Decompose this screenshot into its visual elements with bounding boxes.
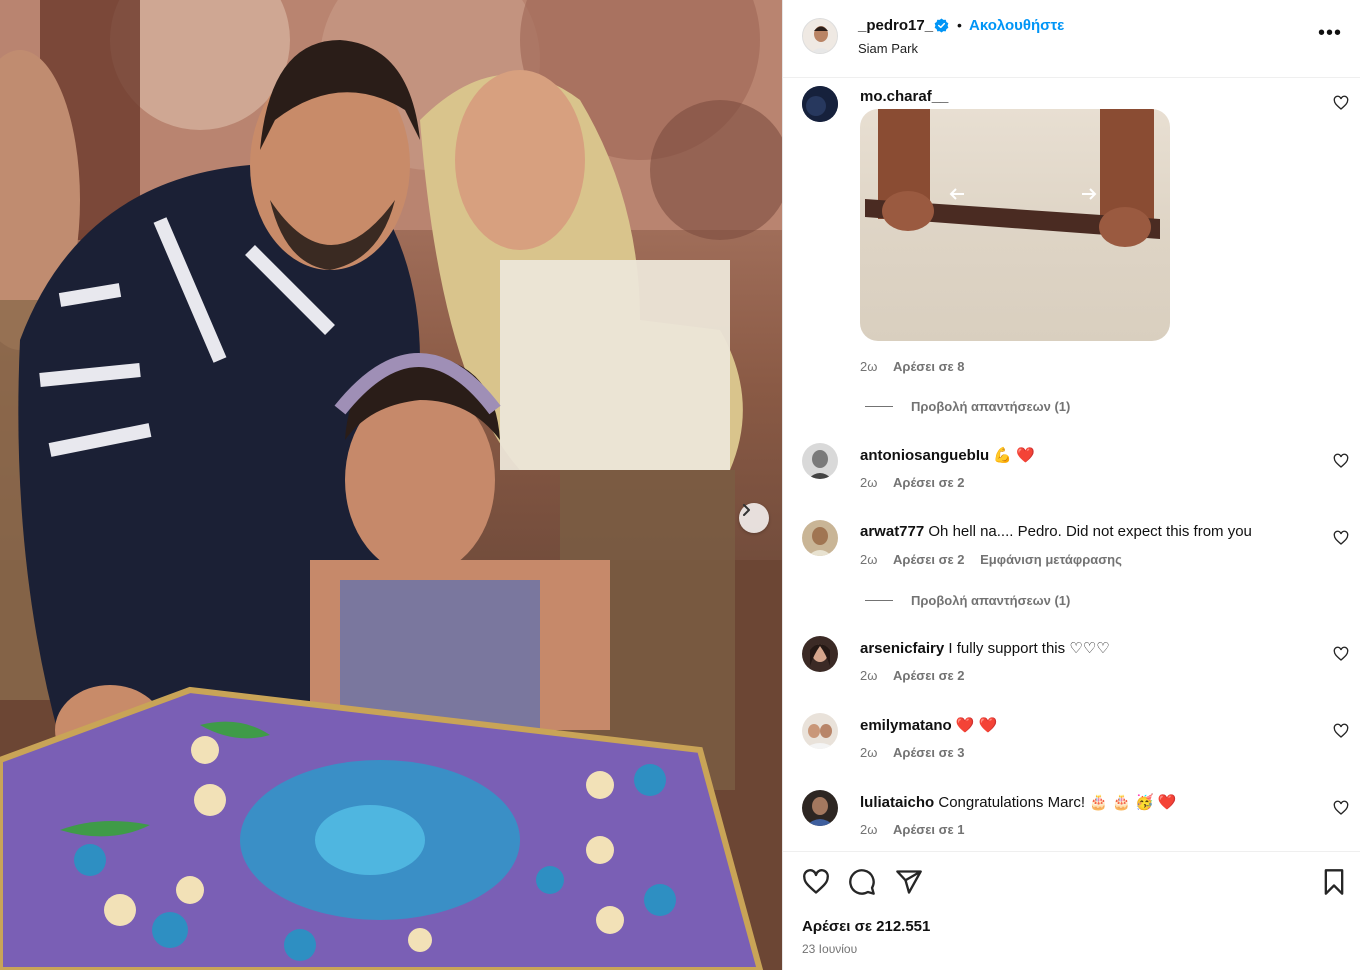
like-heart-icon[interactable] <box>802 868 830 896</box>
comment-gif[interactable] <box>860 109 1170 341</box>
comment-meta: 2ω Αρέσει σε 1 <box>860 822 977 837</box>
commenter-avatar[interactable] <box>802 86 838 122</box>
comment-likes[interactable]: Αρέσει σε 2 <box>893 552 965 567</box>
avatar-image <box>802 636 838 672</box>
post-actions: Αρέσει σε 212.551 23 Ιουνίου <box>783 851 1360 970</box>
post-date[interactable]: 23 Ιουνίου <box>802 942 857 956</box>
heart-icon[interactable] <box>1333 95 1349 111</box>
verified-badge-icon <box>934 18 949 33</box>
arrow-left-icon <box>949 188 964 200</box>
comment-meta: 2ω Αρέσει σε 2 <box>860 668 977 683</box>
comment-time[interactable]: 2ω <box>860 822 877 837</box>
heart-icon[interactable] <box>1333 800 1349 816</box>
comment-likes[interactable]: Αρέσει σε 2 <box>893 475 965 490</box>
share-icon[interactable] <box>895 868 923 896</box>
comment-time[interactable]: 2ω <box>860 359 877 374</box>
comment-time[interactable]: 2ω <box>860 745 877 760</box>
post-location[interactable]: Siam Park <box>858 41 918 56</box>
comment-username[interactable]: arsenicfairy I fully support this ♡♡♡ <box>860 639 1110 657</box>
comment-username[interactable]: antoniosanguebIu 💪 ❤️ <box>860 446 1035 464</box>
comment-meta: 2ω Αρέσει σε 3 <box>860 745 977 760</box>
heart-icon[interactable] <box>1333 530 1349 546</box>
comment-text: Congratulations Marc! 🎂 🎂 🥳 ❤️ <box>934 794 1177 811</box>
comment-meta: 2ω Αρέσει σε 8 <box>860 359 977 374</box>
photo-illustration <box>0 0 782 970</box>
commenter-avatar[interactable] <box>802 520 838 556</box>
view-replies-label: Προβολή απαντήσεων (1) <box>911 593 1071 608</box>
comment-username[interactable]: luliataicho Congratulations Marc! 🎂 🎂 🥳 … <box>860 793 1176 811</box>
avatar-image <box>802 790 838 826</box>
view-replies-button[interactable]: Προβολή απαντήσεων (1) <box>865 593 1070 608</box>
author-username[interactable]: _pedro17_ <box>858 17 933 34</box>
commenter-avatar[interactable] <box>802 790 838 826</box>
post-header: _pedro17_ • Ακολουθήστε Siam Park ••• <box>783 0 1360 78</box>
comment-text: 💪 ❤️ <box>989 447 1035 464</box>
post-photo[interactable] <box>0 0 782 970</box>
comment-meta: 2ω Αρέσει σε 2 <box>860 475 977 490</box>
replies-divider <box>865 600 893 601</box>
avatar-image <box>802 713 838 749</box>
comment-likes[interactable]: Αρέσει σε 2 <box>893 668 965 683</box>
comment-username[interactable]: arwat777 Oh hell na.... Pedro. Did not e… <box>860 523 1252 540</box>
comment-time[interactable]: 2ω <box>860 668 877 683</box>
gif-illustration <box>865 109 1160 247</box>
comment-icon[interactable] <box>848 868 876 896</box>
next-photo-button[interactable] <box>739 503 769 533</box>
commenter-avatar[interactable] <box>802 443 838 479</box>
show-translation-button[interactable]: Εμφάνιση μετάφρασης <box>980 552 1122 567</box>
comments-panel: _pedro17_ • Ακολουθήστε Siam Park ••• mo… <box>782 0 1360 970</box>
arrow-right-icon <box>1082 188 1097 200</box>
follow-button[interactable]: Ακολουθήστε <box>969 17 1064 34</box>
comment-likes[interactable]: Αρέσει σε 3 <box>893 745 965 760</box>
heart-icon[interactable] <box>1333 646 1349 662</box>
commenter-avatar[interactable] <box>802 713 838 749</box>
heart-icon[interactable] <box>1333 453 1349 469</box>
chevron-right-icon <box>743 504 750 516</box>
view-replies-button[interactable]: Προβολή απαντήσεων (1) <box>865 399 1070 414</box>
author-avatar[interactable] <box>802 18 838 54</box>
comment-username[interactable]: emilymatano ❤️ ❤️ <box>860 716 997 734</box>
comment-text: Oh hell na.... Pedro. Did not expect thi… <box>924 523 1252 540</box>
comment-time[interactable]: 2ω <box>860 475 877 490</box>
comment-text: I fully support this ♡♡♡ <box>944 640 1110 657</box>
avatar-image <box>802 443 838 479</box>
heart-icon[interactable] <box>1333 723 1349 739</box>
comment-likes[interactable]: Αρέσει σε 8 <box>893 359 965 374</box>
comment-text: ❤️ ❤️ <box>951 717 998 734</box>
avatar-image <box>803 19 837 53</box>
comment-meta: 2ω Αρέσει σε 2 Εμφάνιση μετάφρασης <box>860 552 1134 567</box>
comment-likes[interactable]: Αρέσει σε 1 <box>893 822 965 837</box>
commenter-avatar[interactable] <box>802 636 838 672</box>
likes-count[interactable]: Αρέσει σε 212.551 <box>802 918 930 935</box>
comment-username[interactable]: mo.charaf__ <box>860 88 948 105</box>
view-replies-label: Προβολή απαντήσεων (1) <box>911 399 1071 414</box>
avatar-image <box>802 86 838 122</box>
separator-dot: • <box>957 17 962 33</box>
avatar-image <box>802 520 838 556</box>
bookmark-icon[interactable] <box>1320 868 1348 896</box>
comment-time[interactable]: 2ω <box>860 552 877 567</box>
replies-divider <box>865 406 893 407</box>
more-options-icon[interactable]: ••• <box>1318 22 1342 45</box>
